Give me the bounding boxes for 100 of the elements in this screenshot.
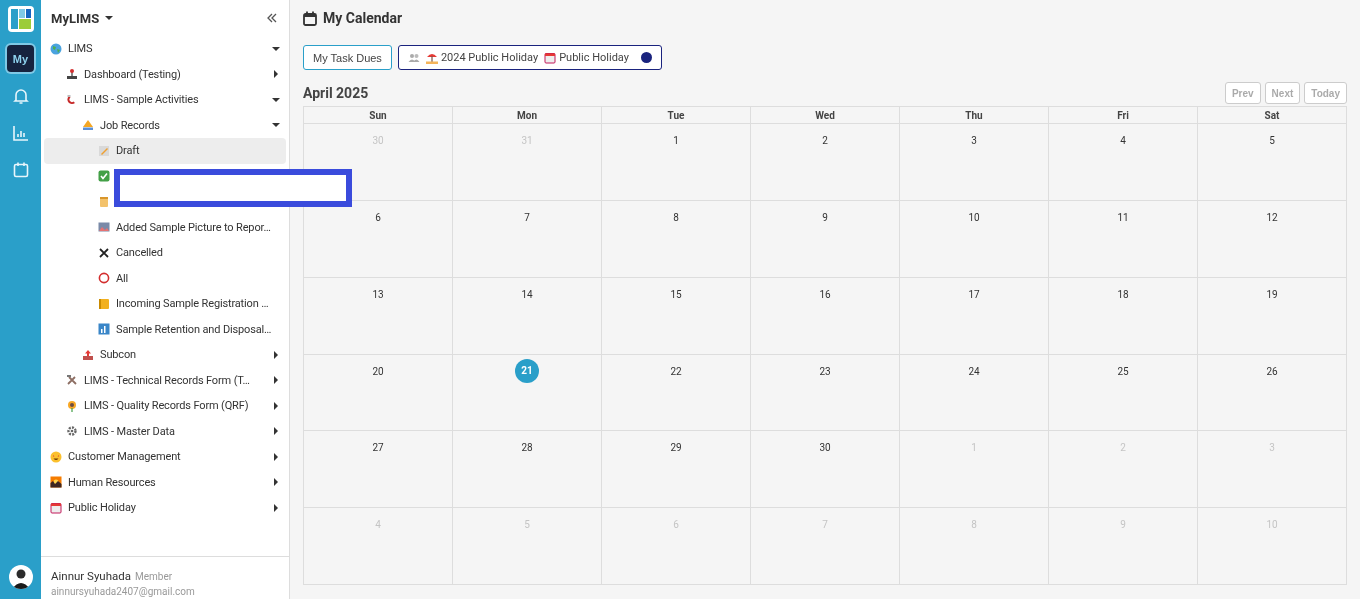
weekday-header: Mon	[453, 107, 602, 124]
ring-icon	[98, 272, 110, 285]
tools-icon	[66, 374, 78, 387]
day-number[interactable]: 12	[1266, 210, 1278, 225]
tree-row[interactable]: Public Holiday	[44, 495, 286, 521]
caret-right-icon[interactable]	[272, 350, 280, 359]
tree-row[interactable]: Human Resources	[44, 469, 286, 495]
tray-icon	[82, 119, 94, 132]
caret-down-icon[interactable]	[272, 95, 280, 104]
my-button[interactable]: My	[7, 45, 34, 72]
day-number[interactable]: 6	[375, 210, 381, 225]
tree-row[interactable]: Added Sample Picture to Repor…	[44, 214, 286, 240]
day-number[interactable]: 18	[1117, 287, 1129, 302]
page-title: My Calendar	[323, 10, 403, 26]
day-number[interactable]: 25	[1117, 364, 1129, 379]
user-name: Ainnur Syuhada	[51, 569, 132, 583]
day-number[interactable]: 8	[673, 210, 679, 225]
day-number[interactable]: 15	[670, 287, 682, 302]
calendar-icon	[544, 51, 557, 64]
day-number[interactable]: 17	[968, 287, 980, 302]
weekday-header: Fri	[1049, 107, 1198, 124]
memo-icon	[98, 144, 110, 157]
tree-row[interactable]: Incoming Sample Registration …	[44, 291, 286, 317]
weekday-header: Wed	[751, 107, 900, 124]
caret-right-icon[interactable]	[272, 503, 280, 512]
app-logo[interactable]	[7, 6, 34, 32]
weekday-header: Sun	[304, 107, 453, 124]
people-icon	[407, 51, 420, 64]
tree-row[interactable]: LIMS - Technical Records Form (T…	[44, 367, 286, 393]
day-number[interactable]: 4	[1120, 134, 1126, 148]
legend-label: 2024 Public Holiday	[440, 51, 539, 64]
day-number[interactable]: 1	[673, 134, 679, 148]
day-number[interactable]: 20	[372, 364, 384, 379]
calendar-icon	[50, 501, 62, 514]
weekday-header: Tue	[602, 107, 751, 124]
user-email: ainnursyuhada2407@gmail.com	[51, 586, 196, 597]
legend-label: Public Holiday	[559, 51, 629, 64]
day-number[interactable]: 5	[1269, 134, 1275, 148]
globe-icon	[50, 42, 62, 55]
calendar-legend[interactable]: 2024 Public Holiday Public Holiday	[397, 45, 662, 70]
tree-row[interactable]: LIMS - Sample Activities	[44, 87, 286, 113]
month-title: April 2025	[303, 85, 369, 101]
tree-row[interactable]: Sample Retention and Disposal…	[44, 316, 286, 342]
caret-right-icon[interactable]	[272, 478, 280, 487]
avatar[interactable]	[8, 565, 33, 589]
day-number[interactable]: 29	[670, 441, 682, 456]
caret-right-icon[interactable]	[272, 452, 280, 461]
flower-icon	[66, 399, 78, 412]
magnet-icon	[66, 93, 78, 106]
day-number[interactable]: 2	[822, 134, 828, 148]
photo-icon	[98, 221, 110, 234]
day-number[interactable]: 26	[1266, 364, 1278, 379]
day-number[interactable]: 14	[521, 287, 533, 302]
calendar-icon	[303, 10, 317, 26]
filter-button[interactable]: My Task Dues	[303, 45, 392, 70]
smiley-icon	[50, 450, 62, 463]
caret-down-icon[interactable]	[272, 44, 280, 53]
tree-row[interactable]: Job Records	[44, 112, 286, 138]
tree-row[interactable]: Cancelled	[44, 240, 286, 266]
user-role: Member	[135, 571, 173, 582]
tree-row[interactable]: LIMS - Quality Records Form (QRF)	[44, 393, 286, 419]
cross-icon	[98, 246, 110, 259]
caret-right-icon[interactable]	[272, 376, 280, 385]
tree-row[interactable]: All	[44, 265, 286, 291]
day-number[interactable]: 9	[822, 210, 828, 225]
day-number[interactable]: 7	[524, 210, 530, 225]
beach-icon	[425, 51, 438, 64]
joystick-icon	[66, 68, 78, 81]
caret-down-icon[interactable]	[105, 15, 114, 21]
caret-right-icon[interactable]	[272, 401, 280, 410]
day-number[interactable]: 3	[971, 134, 977, 148]
sunset-icon	[50, 476, 62, 489]
day-number[interactable]: 23	[819, 364, 831, 379]
check-icon	[98, 170, 110, 183]
day-number[interactable]: 19	[1266, 287, 1278, 302]
caret-down-icon[interactable]	[272, 121, 280, 130]
weekday-header: Thu	[900, 107, 1049, 124]
scroll-icon	[98, 195, 110, 208]
collapse-icon[interactable]	[267, 13, 277, 23]
caret-right-icon[interactable]	[272, 70, 280, 79]
tree-row[interactable]: Dashboard (Testing)	[44, 61, 286, 87]
tree-row[interactable]: LIMS - Master Data	[44, 418, 286, 444]
day-number[interactable]: 13	[372, 287, 384, 302]
day-number[interactable]: 10	[968, 210, 980, 225]
outbox-icon	[82, 348, 94, 361]
day-number[interactable]: 28	[521, 441, 533, 456]
day-number[interactable]: 30	[819, 441, 831, 456]
selected-row[interactable]: Draft	[44, 138, 286, 164]
tree-row[interactable]: LIMS	[44, 36, 286, 62]
day-number[interactable]: 11	[1117, 210, 1129, 225]
tree-row[interactable]: Customer Management	[44, 444, 286, 470]
caret-right-icon[interactable]	[272, 427, 280, 436]
day-number[interactable]: 27	[372, 441, 384, 456]
day-number[interactable]: 22	[670, 364, 682, 379]
weekday-header: Sat	[1198, 107, 1347, 124]
tree-row[interactable]: Subcon	[44, 342, 286, 368]
workspace-title[interactable]: MyLIMS	[51, 10, 100, 26]
ledger-icon	[98, 297, 110, 310]
day-number[interactable]: 16	[819, 287, 831, 302]
day-number[interactable]: 24	[968, 364, 980, 379]
